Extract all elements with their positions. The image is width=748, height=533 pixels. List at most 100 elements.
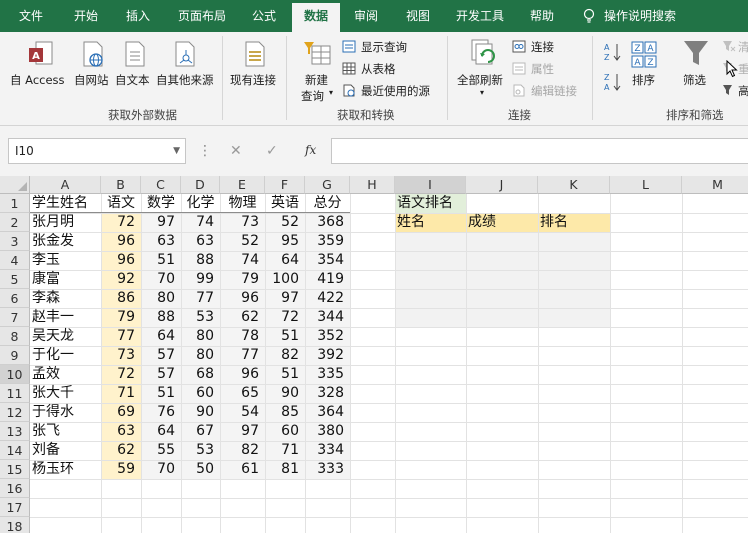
score-cell[interactable]: 54 (222, 403, 263, 422)
score-cell[interactable]: 64 (267, 251, 303, 270)
score-cell[interactable]: 99 (183, 270, 218, 289)
student-name-cell[interactable]: 张月明 (32, 213, 99, 232)
score-cell[interactable]: 368 (307, 213, 348, 232)
tab-view[interactable]: 视图 (396, 0, 440, 32)
column-header-a[interactable]: A (30, 176, 101, 194)
rank-header-cell[interactable]: 排名 (540, 213, 608, 232)
score-cell[interactable]: 50 (183, 460, 218, 479)
score-cell[interactable]: 62 (222, 308, 263, 327)
score-cell[interactable]: 51 (267, 365, 303, 384)
score-cell[interactable]: 352 (307, 327, 348, 346)
column-header-d[interactable]: D (181, 176, 220, 194)
score-cell[interactable]: 72 (103, 213, 139, 232)
score-cell[interactable]: 334 (307, 441, 348, 460)
score-cell[interactable]: 62 (103, 441, 139, 460)
score-cell[interactable]: 96 (222, 289, 263, 308)
student-name-cell[interactable]: 孟效 (32, 365, 99, 384)
tab-developer[interactable]: 开发工具 (448, 0, 512, 32)
score-cell[interactable]: 53 (183, 308, 218, 327)
score-cell[interactable]: 82 (222, 441, 263, 460)
table-header-cell[interactable]: 化学 (183, 194, 218, 213)
student-name-cell[interactable]: 康富 (32, 270, 99, 289)
row-header-15[interactable]: 15 (0, 460, 30, 479)
formula-input[interactable] (331, 138, 748, 164)
score-cell[interactable]: 344 (307, 308, 348, 327)
student-name-cell[interactable]: 张金发 (32, 232, 99, 251)
column-header-c[interactable]: C (141, 176, 181, 194)
row-header-18[interactable]: 18 (0, 517, 30, 533)
tab-page-layout[interactable]: 页面布局 (170, 0, 234, 32)
row-header-11[interactable]: 11 (0, 384, 30, 403)
tab-formulas[interactable]: 公式 (242, 0, 286, 32)
score-cell[interactable]: 64 (143, 422, 179, 441)
score-cell[interactable]: 328 (307, 384, 348, 403)
score-cell[interactable]: 67 (183, 422, 218, 441)
score-cell[interactable]: 63 (183, 232, 218, 251)
score-cell[interactable]: 70 (143, 270, 179, 289)
row-header-8[interactable]: 8 (0, 327, 30, 346)
score-cell[interactable]: 333 (307, 460, 348, 479)
student-name-cell[interactable]: 李玉 (32, 251, 99, 270)
score-cell[interactable]: 380 (307, 422, 348, 441)
score-cell[interactable]: 60 (267, 422, 303, 441)
score-cell[interactable]: 73 (222, 213, 263, 232)
student-name-cell[interactable]: 赵丰一 (32, 308, 99, 327)
score-cell[interactable]: 85 (267, 403, 303, 422)
score-cell[interactable]: 392 (307, 346, 348, 365)
score-cell[interactable]: 81 (267, 460, 303, 479)
row-header-10[interactable]: 10 (0, 365, 30, 384)
tab-help[interactable]: 帮助 (520, 0, 564, 32)
row-header-12[interactable]: 12 (0, 403, 30, 422)
score-cell[interactable]: 88 (183, 251, 218, 270)
chevron-down-icon[interactable]: ▼ (173, 139, 180, 163)
tab-home[interactable]: 开始 (60, 0, 112, 32)
student-name-cell[interactable]: 于得水 (32, 403, 99, 422)
score-cell[interactable]: 354 (307, 251, 348, 270)
score-cell[interactable]: 64 (143, 327, 179, 346)
column-header-f[interactable]: F (265, 176, 305, 194)
score-cell[interactable]: 86 (103, 289, 139, 308)
score-cell[interactable]: 76 (143, 403, 179, 422)
column-header-j[interactable]: J (466, 176, 538, 194)
row-header-1[interactable]: 1 (0, 194, 30, 213)
score-cell[interactable]: 69 (103, 403, 139, 422)
row-header-7[interactable]: 7 (0, 308, 30, 327)
score-cell[interactable]: 73 (103, 346, 139, 365)
score-cell[interactable]: 80 (183, 327, 218, 346)
score-cell[interactable]: 82 (267, 346, 303, 365)
score-cell[interactable]: 51 (267, 327, 303, 346)
table-header-cell[interactable]: 英语 (267, 194, 303, 213)
score-cell[interactable]: 78 (222, 327, 263, 346)
score-cell[interactable]: 53 (183, 441, 218, 460)
score-cell[interactable]: 68 (183, 365, 218, 384)
row-header-2[interactable]: 2 (0, 213, 30, 232)
score-cell[interactable]: 79 (222, 270, 263, 289)
row-header-4[interactable]: 4 (0, 251, 30, 270)
score-cell[interactable]: 97 (222, 422, 263, 441)
worksheet-grid[interactable]: A B C D E F G H I J K L M 1 2 3 4 5 6 7 8 9 10 11 12 13 14 15 16 17 18… (0, 176, 748, 533)
student-name-cell[interactable]: 刘备 (32, 441, 99, 460)
score-cell[interactable]: 77 (183, 289, 218, 308)
row-header-3[interactable]: 3 (0, 232, 30, 251)
score-cell[interactable]: 52 (267, 213, 303, 232)
tab-file[interactable]: 文件 (8, 0, 54, 32)
tab-insert[interactable]: 插入 (114, 0, 162, 32)
row-header-16[interactable]: 16 (0, 479, 30, 498)
score-cell[interactable]: 96 (222, 365, 263, 384)
rank-header-cell[interactable]: 成绩 (468, 213, 536, 232)
score-cell[interactable]: 63 (143, 232, 179, 251)
table-header-cell[interactable]: 数学 (143, 194, 179, 213)
score-cell[interactable]: 100 (267, 270, 303, 289)
score-cell[interactable]: 52 (222, 232, 263, 251)
table-header-cell[interactable]: 语文 (103, 194, 139, 213)
score-cell[interactable]: 51 (143, 384, 179, 403)
column-header-i[interactable]: I (395, 176, 466, 194)
score-cell[interactable]: 74 (183, 213, 218, 232)
student-name-cell[interactable]: 吴天龙 (32, 327, 99, 346)
score-cell[interactable]: 97 (143, 213, 179, 232)
student-name-cell[interactable]: 杨玉环 (32, 460, 99, 479)
tell-me-search[interactable]: 操作说明搜索 (604, 0, 694, 32)
score-cell[interactable]: 79 (103, 308, 139, 327)
column-header-e[interactable]: E (220, 176, 265, 194)
enter-button[interactable]: ✓ (266, 138, 278, 164)
